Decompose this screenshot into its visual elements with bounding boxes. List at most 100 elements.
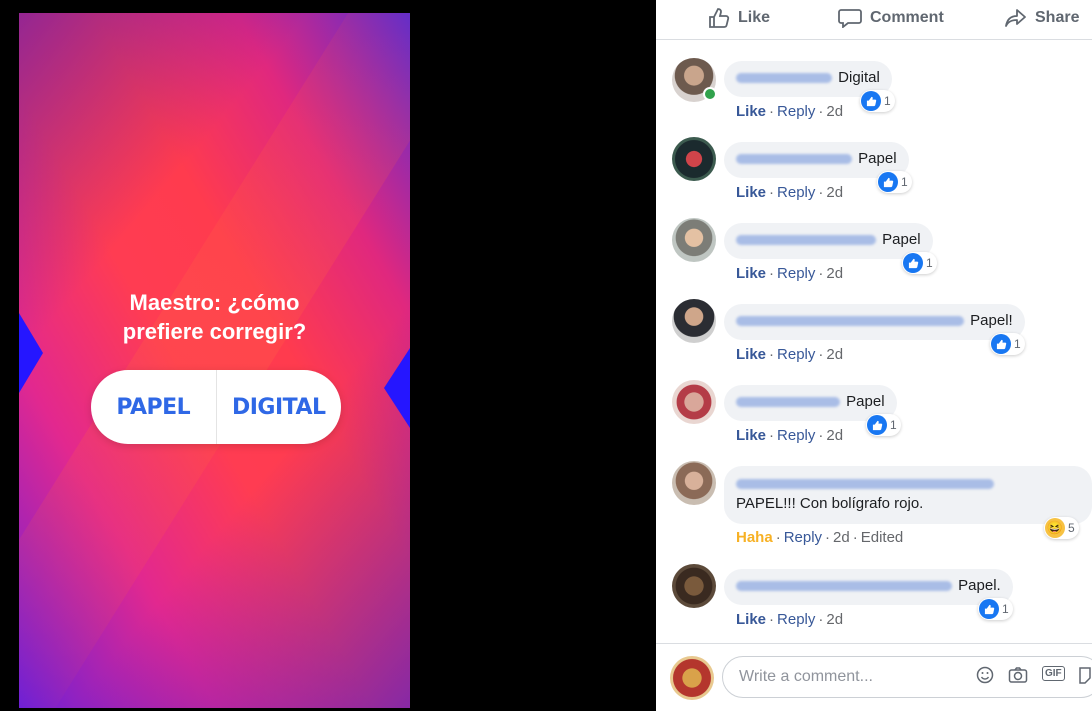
reaction-number: 1 bbox=[890, 418, 897, 432]
reaction-count[interactable]: 1 bbox=[902, 252, 937, 274]
comment-like-link[interactable]: Like bbox=[736, 346, 766, 363]
avatar[interactable] bbox=[672, 299, 716, 343]
like-reaction-icon bbox=[991, 334, 1011, 354]
comment-bubble: Papel! bbox=[724, 304, 1025, 340]
sticker-icon[interactable] bbox=[1078, 666, 1092, 689]
comment-text: Papel! bbox=[970, 312, 1013, 329]
comment-like-link[interactable]: Like bbox=[736, 611, 766, 628]
poll-option-papel[interactable]: PAPEL bbox=[91, 395, 216, 420]
reaction-count[interactable]: 1 bbox=[866, 414, 901, 436]
comment-text: Papel bbox=[846, 393, 885, 410]
comment-bubble-icon bbox=[838, 9, 862, 28]
online-status-dot bbox=[703, 87, 717, 101]
current-user-avatar[interactable] bbox=[670, 656, 714, 700]
comment-actions: Like · Reply · 2d bbox=[736, 346, 844, 363]
haha-reaction-icon: 😆 bbox=[1045, 518, 1065, 538]
facebook-comments-panel: Like Comment Share Digital 1 Like · Repl… bbox=[656, 0, 1092, 711]
comment-bubble: Papel bbox=[724, 223, 933, 259]
like-reaction-icon bbox=[861, 91, 881, 111]
share-arrow-icon bbox=[1005, 9, 1026, 27]
comment-compose-bar: Write a comment... GIF bbox=[656, 643, 1092, 711]
commenter-name-blurred[interactable] bbox=[736, 397, 840, 408]
comment-timestamp[interactable]: 2d bbox=[826, 184, 843, 201]
camera-icon[interactable] bbox=[1008, 666, 1028, 689]
comment-actions: Like · Reply · 2d bbox=[736, 427, 844, 444]
share-action-button[interactable]: Share bbox=[1005, 8, 1079, 28]
like-action-label: Like bbox=[738, 9, 771, 26]
like-reaction-icon bbox=[979, 599, 999, 619]
story-poll-panel: Maestro: ¿cómo prefiere corregir? PAPEL … bbox=[19, 13, 410, 708]
commenter-name-blurred[interactable] bbox=[736, 316, 964, 327]
comment-timestamp[interactable]: 2d bbox=[826, 346, 843, 363]
comment-actions: Like · Reply · 2d bbox=[736, 184, 844, 201]
comment-text: Papel. bbox=[958, 577, 1001, 594]
reaction-count[interactable]: 1 bbox=[860, 90, 895, 112]
gif-button[interactable]: GIF bbox=[1042, 666, 1065, 681]
comment-bubble: Papel. bbox=[724, 569, 1013, 605]
comment-reply-link[interactable]: Reply bbox=[777, 427, 815, 444]
poll-option-digital[interactable]: DIGITAL bbox=[217, 395, 342, 420]
reaction-count[interactable]: 1 bbox=[978, 598, 1013, 620]
comment-text: Papel bbox=[882, 231, 921, 248]
comment-actions: Like · Reply · 2d bbox=[736, 103, 844, 120]
write-comment-input[interactable]: Write a comment... bbox=[722, 656, 1092, 698]
comment-like-link[interactable]: Like bbox=[736, 265, 766, 282]
commenter-name-blurred[interactable] bbox=[736, 73, 832, 84]
comment-bubble: PAPEL!!! Con bolígrafo rojo. bbox=[724, 466, 1092, 524]
comment-reply-link[interactable]: Reply bbox=[777, 265, 815, 282]
comment-timestamp[interactable]: 2d bbox=[833, 529, 850, 546]
commenter-name-blurred[interactable] bbox=[736, 154, 852, 165]
poll-question: Maestro: ¿cómo prefiere corregir? bbox=[19, 288, 410, 346]
commenter-name-blurred[interactable] bbox=[736, 235, 876, 246]
reaction-number: 1 bbox=[1002, 602, 1009, 616]
avatar[interactable] bbox=[672, 218, 716, 262]
avatar[interactable] bbox=[672, 380, 716, 424]
comment-reply-link[interactable]: Reply bbox=[777, 184, 815, 201]
like-reaction-icon bbox=[878, 172, 898, 192]
comment-text: Digital bbox=[838, 69, 880, 86]
reaction-count[interactable]: 😆 5 bbox=[1044, 517, 1079, 539]
reaction-number: 5 bbox=[1068, 521, 1075, 535]
reaction-count[interactable]: 1 bbox=[877, 171, 912, 193]
comment-reply-link[interactable]: Reply bbox=[777, 346, 815, 363]
poll-question-line1: Maestro: ¿cómo bbox=[129, 290, 300, 315]
emoji-icon[interactable] bbox=[976, 666, 994, 689]
avatar[interactable] bbox=[672, 461, 716, 505]
reaction-number: 1 bbox=[884, 94, 891, 108]
comment-haha-link[interactable]: Haha bbox=[736, 529, 773, 546]
like-reaction-icon bbox=[867, 415, 887, 435]
comment-like-link[interactable]: Like bbox=[736, 184, 766, 201]
reaction-count[interactable]: 1 bbox=[990, 333, 1025, 355]
comment-timestamp[interactable]: 2d bbox=[826, 103, 843, 120]
post-action-bar: Like Comment Share bbox=[656, 0, 1092, 40]
comment-action-label: Comment bbox=[870, 9, 944, 26]
comment-reply-link[interactable]: Reply bbox=[777, 611, 815, 628]
thumbs-up-icon bbox=[709, 8, 730, 28]
comment-actions: Like · Reply · 2d bbox=[736, 265, 844, 282]
reaction-number: 1 bbox=[1014, 337, 1021, 351]
commenter-name-blurred[interactable] bbox=[736, 581, 952, 592]
comment-actions: Like · Reply · 2d bbox=[736, 611, 844, 628]
comment-action-button[interactable]: Comment bbox=[838, 8, 944, 28]
comment-timestamp[interactable]: 2d bbox=[826, 265, 843, 282]
avatar[interactable] bbox=[672, 137, 716, 181]
comment-timestamp[interactable]: 2d bbox=[826, 611, 843, 628]
share-action-label: Share bbox=[1035, 9, 1080, 26]
poll-question-line2: prefiere corregir? bbox=[122, 319, 307, 344]
reaction-number: 1 bbox=[926, 256, 933, 270]
avatar[interactable] bbox=[672, 564, 716, 608]
poll-options: PAPEL DIGITAL bbox=[91, 370, 341, 444]
story-blue-wedge-right bbox=[384, 348, 410, 428]
like-reaction-icon bbox=[903, 253, 923, 273]
comment-reply-link[interactable]: Reply bbox=[784, 529, 822, 546]
comment-reply-link[interactable]: Reply bbox=[777, 103, 815, 120]
comment-text: PAPEL!!! Con bolígrafo rojo. bbox=[736, 495, 924, 512]
comment-timestamp[interactable]: 2d bbox=[826, 427, 843, 444]
like-action-button[interactable]: Like bbox=[708, 8, 770, 28]
commenter-name-blurred[interactable] bbox=[736, 479, 994, 490]
comment-like-link[interactable]: Like bbox=[736, 103, 766, 120]
comment-actions: Haha · Reply · 2d · Edited bbox=[736, 529, 904, 546]
comment-like-link[interactable]: Like bbox=[736, 427, 766, 444]
reaction-number: 1 bbox=[901, 175, 908, 189]
comment-edited-label[interactable]: Edited bbox=[861, 529, 904, 546]
